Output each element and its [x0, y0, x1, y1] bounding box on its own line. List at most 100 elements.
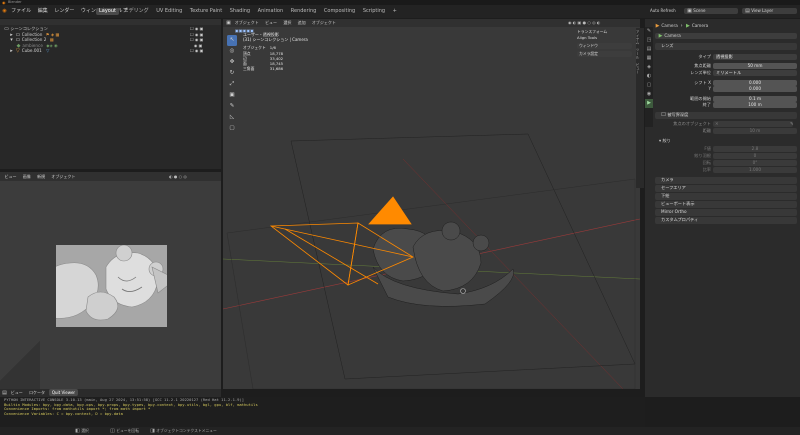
- tab-scene-icon[interactable]: ◈: [645, 63, 653, 72]
- cursor-tool-icon[interactable]: ◎: [227, 46, 237, 57]
- focal-length-row: 焦点距離 50 mm: [655, 63, 797, 69]
- annotate-tool-icon[interactable]: ✎: [227, 101, 237, 112]
- panel-camera[interactable]: カメラ: [655, 177, 797, 184]
- tab-uv-editing[interactable]: UV Editing: [153, 8, 185, 15]
- lens-panel-header[interactable]: レンズ: [655, 43, 797, 50]
- rotation-field[interactable]: 0°: [713, 160, 797, 166]
- mouse-left-icon: ◧: [75, 428, 80, 434]
- sidebar-panel-window[interactable]: ウィンドウ: [577, 43, 632, 49]
- tab-rendering[interactable]: Rendering: [288, 8, 320, 15]
- tab-shading[interactable]: Shading: [227, 8, 253, 15]
- fstop-field[interactable]: 2.8: [713, 146, 797, 152]
- eyedropper-icon[interactable]: ✎: [790, 121, 794, 127]
- tab-texture-paint[interactable]: Texture Paint: [187, 8, 225, 15]
- image-menu-object[interactable]: オブジェクト: [49, 173, 78, 181]
- outliner-row-cube[interactable]: ▸ ▽ Cube.001 ▽: [4, 48, 219, 54]
- shift-y-field[interactable]: 0.000: [713, 86, 797, 92]
- tab-world-icon[interactable]: ◐: [645, 72, 653, 81]
- blender-logo-icon: ◉: [2, 0, 6, 5]
- side-tab-item[interactable]: アイテム: [636, 28, 641, 46]
- dof-checkbox-icon[interactable]: ☐: [661, 113, 666, 118]
- view-collection: (31) シーンコレクション | Camera: [243, 37, 308, 43]
- tab-view-layer-icon[interactable]: ▦: [645, 54, 653, 63]
- tab-layout[interactable]: Layout: [96, 7, 119, 15]
- expand-icon[interactable]: ▸: [9, 49, 14, 54]
- image-menu-new[interactable]: 新規: [35, 173, 48, 181]
- sidebar-panel-align[interactable]: Align Tools: [577, 35, 632, 41]
- bear-ear-left: [115, 245, 133, 262]
- window-title: Blender: [8, 0, 22, 4]
- view-layer-selector[interactable]: ▤ View Layer: [742, 8, 797, 14]
- dof-panel-header[interactable]: ☐ 被写界深度: [655, 112, 797, 119]
- tab-tool-icon[interactable]: ✎: [645, 27, 653, 36]
- panel-safe-areas[interactable]: セーフエリア: [655, 185, 797, 192]
- image-editor-corner: [0, 332, 40, 389]
- sidebar-panel-camera[interactable]: カメラ設定: [577, 51, 632, 57]
- lens-unit-dropdown[interactable]: ミリメートル: [713, 70, 797, 76]
- panel-mirror-ortho[interactable]: Mirror Ortho: [655, 209, 797, 216]
- panel-custom-properties[interactable]: カスタムプロパティ: [655, 217, 797, 224]
- title-bar: ◉ Blender: [0, 0, 800, 5]
- scene-selector[interactable]: ▣ Scene: [684, 8, 738, 14]
- expand-icon[interactable]: ▾: [9, 38, 14, 43]
- visibility-icons[interactable]: ☐ ◉ ▣: [190, 48, 218, 54]
- stats-row: 三角面 31,686: [243, 66, 284, 72]
- camera-data-selector[interactable]: ▶ Camera: [655, 33, 797, 39]
- side-tab-view[interactable]: ビュー: [636, 61, 641, 76]
- status-context: ◨ オブジェクトコンテクストメニュー: [150, 428, 217, 434]
- blender-menu-icon[interactable]: ◉: [2, 9, 7, 14]
- image-menu-view[interactable]: ビュー: [2, 173, 19, 181]
- clip-end-field[interactable]: 100 m: [713, 102, 797, 108]
- menu-edit[interactable]: 編集: [35, 7, 50, 15]
- add-workspace-button[interactable]: +: [390, 8, 400, 15]
- menu-file[interactable]: ファイル: [9, 7, 34, 15]
- image-header-icons[interactable]: ◐ ● ○ ◎: [169, 174, 187, 179]
- image-menu-image[interactable]: 画像: [20, 173, 33, 181]
- menu-render[interactable]: レンダー: [52, 7, 77, 15]
- properties-header: ▶ Camera › ▶ Camera: [655, 23, 709, 29]
- transform-tool-icon[interactable]: ▣: [227, 90, 237, 101]
- tab-modeling[interactable]: モデリング: [121, 8, 152, 15]
- blades-field[interactable]: 0: [713, 153, 797, 159]
- editor-type-icon[interactable]: ▤: [2, 391, 7, 396]
- side-tab-tool[interactable]: ツール: [636, 46, 641, 61]
- move-tool-icon[interactable]: ✥: [227, 57, 237, 68]
- lens-unit-row: レンズ単位 ミリメートル: [655, 70, 797, 76]
- outliner: ▭ シーンコレクション ▸ ▭ Collection ⚑ ◈ ▦ ▾ ▭ Col…: [0, 19, 221, 169]
- focus-object-field[interactable]: ✕: [713, 121, 793, 127]
- type-dropdown[interactable]: 透視投影: [713, 54, 797, 60]
- footer-menu-view[interactable]: ビュー: [8, 389, 25, 397]
- rotate-tool-icon[interactable]: ↻: [227, 68, 237, 79]
- tab-render-icon[interactable]: ◳: [645, 36, 653, 45]
- add-cube-tool-icon[interactable]: ▢: [227, 123, 237, 134]
- quit-viewer-button[interactable]: Quit Viewer: [48, 389, 79, 396]
- tab-data-icon[interactable]: ▶: [645, 99, 653, 108]
- auto-refresh-toggle[interactable]: Auto Refresh: [650, 7, 676, 15]
- focus-distance-field[interactable]: 10 m: [713, 128, 797, 134]
- focal-length-field[interactable]: 50 mm: [713, 63, 797, 69]
- viewport-overlay-text: ユーザー・透視投影 (31) シーンコレクション | Camera オブジェクト…: [243, 32, 308, 71]
- measure-tool-icon[interactable]: ◺: [227, 112, 237, 123]
- aperture-header[interactable]: ▾ 絞り: [659, 138, 797, 144]
- viewport-side-tabs: アイテム ツール ビュー: [636, 28, 644, 188]
- camera-object-icon: ▶: [655, 23, 660, 29]
- panel-viewport-display[interactable]: ビューポート表示: [655, 201, 797, 208]
- python-console[interactable]: PYTHON INTERACTIVE CONSOLE 3.10.13 (main…: [0, 397, 645, 427]
- ratio-field[interactable]: 1.000: [713, 167, 797, 173]
- tab-animation[interactable]: Animation: [255, 8, 287, 15]
- select-tool-icon[interactable]: ↖: [227, 35, 237, 46]
- tab-object-icon[interactable]: ▢: [645, 81, 653, 90]
- scale-tool-icon[interactable]: ⤢: [227, 79, 237, 90]
- toolbar: ↖ ◎ ✥ ↻ ⤢ ▣ ✎ ◺ ▢: [227, 35, 237, 134]
- footer-menu-locator[interactable]: ロケータ: [27, 389, 48, 397]
- object-icons: ▦: [49, 37, 54, 42]
- outliner-tree: ▭ シーンコレクション ▸ ▭ Collection ⚑ ◈ ▦ ▾ ▭ Col…: [4, 26, 219, 54]
- tab-output-icon[interactable]: ▤: [645, 45, 653, 54]
- tab-compositing[interactable]: Compositing: [321, 8, 358, 15]
- focus-object-row: 焦点のオブジェクト ✕ ✎: [673, 121, 794, 127]
- tab-scripting[interactable]: Scripting: [360, 8, 388, 15]
- viewport[interactable]: ▣ オブジェクト ビュー 選択 追加 オブジェクト ◉ ◐ ▣ ● ○ ◎ ◐ …: [223, 19, 640, 389]
- tab-physics-icon[interactable]: ◉: [645, 90, 653, 99]
- properties-tabs: ✎ ◳ ▤ ▦ ◈ ◐ ▢ ◉ ▶: [645, 27, 653, 127]
- panel-background-images[interactable]: 下絵: [655, 193, 797, 200]
